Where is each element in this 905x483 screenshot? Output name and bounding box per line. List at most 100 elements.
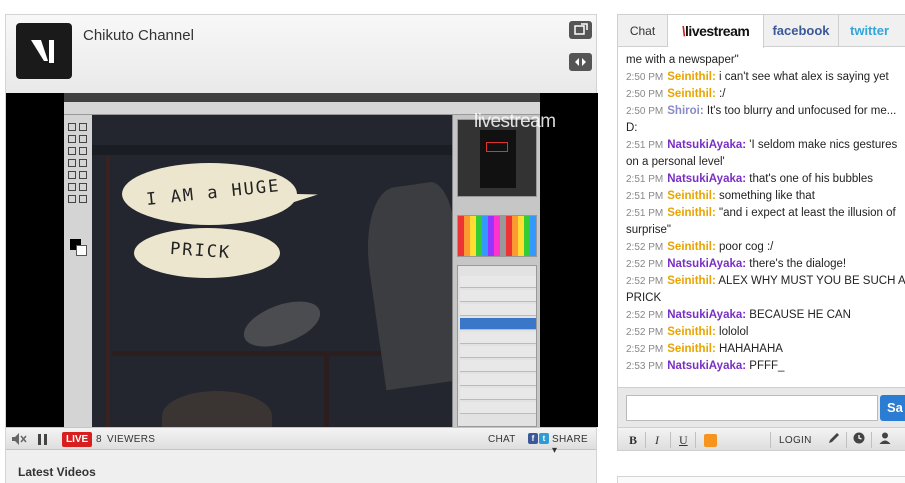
popout-icon[interactable] — [569, 21, 592, 39]
message-user[interactable]: NatsukiAyaka: — [667, 258, 746, 270]
chat-message: 2:51 PM Seinithil: something like that — [626, 188, 905, 205]
message-user[interactable]: NatsukiAyaka: — [667, 173, 746, 185]
text-color-picker[interactable] — [704, 434, 717, 447]
chat-message: 2:53 PM NatsukiAyaka: PFFF_ — [626, 358, 905, 375]
stream-toolbox — [64, 115, 92, 427]
pencil-icon[interactable] — [828, 432, 840, 447]
stream-optionsbar — [64, 102, 540, 115]
chat-panel: Chat \livestream facebook twitter me wit… — [617, 14, 905, 451]
message-time: 2:50 PM — [626, 72, 664, 83]
chat-input-bar: Sa — [618, 387, 905, 427]
video-player[interactable]: I AM a HUGE PRICK livestream — [6, 93, 598, 427]
stream-frame: I AM a HUGE PRICK — [64, 93, 540, 427]
clock-icon[interactable] — [853, 432, 865, 447]
message-text: poor cog :/ — [719, 241, 774, 253]
say-button[interactable]: Sa — [880, 395, 905, 421]
message-time: 2:52 PM — [626, 259, 664, 270]
message-user[interactable]: NatsukiAyaka: — [667, 309, 746, 321]
chat-message: 2:50 PM Seinithil: i can't see what alex … — [626, 69, 905, 86]
chat-message: 2:52 PM Seinithil: ALEX WHY MUST YOU BE S… — [626, 273, 905, 307]
message-time: 2:50 PM — [626, 106, 664, 117]
share-button[interactable]: SHARE ▾ — [552, 434, 596, 456]
livestream-watermark: livestream — [474, 111, 556, 132]
tab-chat[interactable]: Chat — [618, 15, 668, 47]
facebook-share-icon[interactable]: f — [528, 433, 538, 444]
channel-logo[interactable] — [16, 23, 72, 79]
message-text: something like that — [719, 190, 815, 202]
twitter-share-icon[interactable]: t — [539, 433, 549, 444]
message-text: HAHAHAHA — [719, 343, 783, 355]
player-controls: LIVE 8 VIEWERS CHAT f t SHARE ▾ — [6, 427, 596, 456]
user-icon[interactable] — [879, 432, 891, 447]
message-time: 2:53 PM — [626, 361, 664, 372]
message-time: 2:51 PM — [626, 208, 664, 219]
chat-message-list[interactable]: me with a newspaper" 2:50 PM Seinithil: i… — [618, 52, 905, 382]
stream-panels — [452, 115, 540, 427]
message-text: i can't see what alex is saying yet — [719, 71, 889, 83]
channel-title[interactable]: Chikuto Channel — [83, 27, 194, 44]
message-time: 2:52 PM — [626, 327, 664, 338]
latest-videos-heading: Latest Videos — [18, 465, 96, 479]
message-user[interactable]: Seinithil: — [667, 343, 716, 355]
message-time: 2:51 PM — [626, 140, 664, 151]
message-text: PFFF_ — [749, 360, 785, 372]
message-user[interactable]: NatsukiAyaka: — [667, 360, 746, 372]
message-user[interactable]: Shiroi: — [667, 105, 703, 117]
chat-message: 2:52 PM Seinithil: poor cog :/ — [626, 239, 905, 256]
speech-bubble-2-text: PRICK — [169, 238, 232, 264]
stream-menubar — [64, 93, 540, 102]
channel-panel: Chikuto Channel I AM a HUGE PRICK livest… — [5, 14, 598, 483]
message-time: 2:52 PM — [626, 276, 664, 287]
chat-message: me with a newspaper" — [626, 52, 905, 69]
live-badge: LIVE — [62, 432, 93, 447]
tab-livestream[interactable]: \livestream — [668, 15, 764, 48]
chat-toggle-button[interactable]: CHAT — [488, 434, 516, 445]
chat-message: 2:51 PM NatsukiAyaka: 'I seldom make nics… — [626, 137, 905, 171]
message-user[interactable]: Seinithil: — [667, 241, 716, 253]
message-text: me with a newspaper" — [626, 54, 739, 66]
chat-message: 2:52 PM NatsukiAyaka: BECAUSE HE CAN — [626, 307, 905, 324]
message-time: 2:52 PM — [626, 344, 664, 355]
underline-button[interactable]: U — [679, 433, 688, 448]
message-user[interactable]: Seinithil: — [667, 71, 716, 83]
below-chat-panel — [617, 476, 905, 483]
mute-icon[interactable] — [11, 432, 27, 449]
message-text: BECAUSE HE CAN — [749, 309, 851, 321]
bold-button[interactable]: B — [629, 433, 637, 448]
chat-message: 2:51 PM Seinithil: "and i expect at least… — [626, 205, 905, 239]
chat-toolbar: B I U LOGIN — [618, 427, 905, 450]
tab-facebook[interactable]: facebook — [764, 15, 839, 47]
message-text: :/ — [719, 88, 726, 100]
message-user[interactable]: Seinithil: — [667, 207, 716, 219]
message-user[interactable]: NatsukiAyaka: — [667, 139, 746, 151]
message-user[interactable]: Seinithil: — [667, 190, 716, 202]
channel-header: Chikuto Channel — [6, 15, 596, 93]
message-text: there's the dialoge! — [749, 258, 847, 270]
login-link[interactable]: LOGIN — [779, 435, 812, 446]
message-user[interactable]: Seinithil: — [667, 326, 716, 338]
message-time: 2:52 PM — [626, 310, 664, 321]
expand-icon[interactable] — [569, 53, 592, 71]
tab-livestream-label: livestream — [685, 23, 750, 39]
message-text: that's one of his bubbles — [749, 173, 873, 185]
chat-message: 2:51 PM NatsukiAyaka: that's one of his b… — [626, 171, 905, 188]
pause-icon[interactable] — [38, 434, 48, 445]
message-time: 2:52 PM — [626, 242, 664, 253]
viewer-count: 8 — [96, 434, 102, 445]
message-user[interactable]: Seinithil: — [667, 88, 716, 100]
viewers-label: VIEWERS — [107, 434, 156, 445]
message-user[interactable]: Seinithil: — [667, 275, 716, 287]
message-text: lololol — [719, 326, 749, 338]
chat-message: 2:50 PM Seinithil: :/ — [626, 86, 905, 103]
italic-button[interactable]: I — [655, 433, 659, 448]
chat-message-input[interactable] — [626, 395, 878, 421]
chat-message: 2:52 PM NatsukiAyaka: there's the dialoge… — [626, 256, 905, 273]
chat-tabs: Chat \livestream facebook twitter — [618, 15, 905, 48]
chat-message: 2:50 PM Shiroi: It's too blurry and unfoc… — [626, 103, 905, 137]
message-time: 2:51 PM — [626, 174, 664, 185]
message-time: 2:51 PM — [626, 191, 664, 202]
message-time: 2:50 PM — [626, 89, 664, 100]
chat-message: 2:52 PM Seinithil: HAHAHAHA — [626, 341, 905, 358]
tab-twitter[interactable]: twitter — [839, 15, 905, 47]
chat-message: 2:52 PM Seinithil: lololol — [626, 324, 905, 341]
